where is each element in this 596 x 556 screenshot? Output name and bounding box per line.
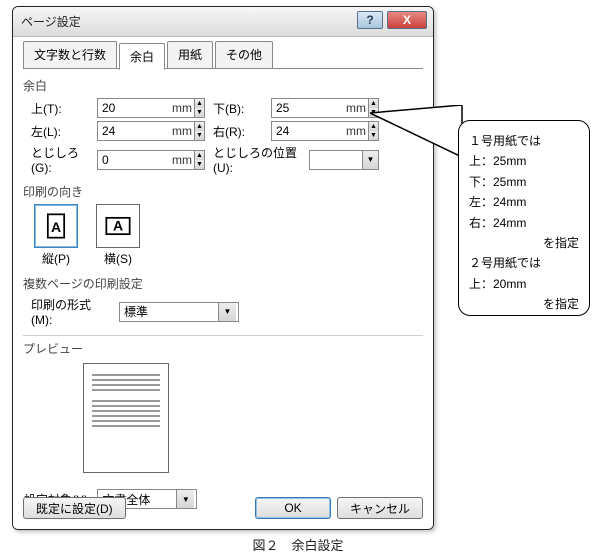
callout: １号用紙では 上：25mm 下：25mm 左：24mm 右：24mm を指定 ２… (440, 120, 590, 320)
left-spinner[interactable]: mm ▲▼ (97, 121, 205, 141)
portrait-button[interactable]: A 縦(P) (31, 204, 81, 267)
top-label: 上(T): (23, 100, 89, 117)
preview-thumbnail (83, 363, 169, 473)
format-select[interactable]: ▼ (119, 302, 239, 322)
format-input[interactable] (120, 303, 218, 321)
landscape-button[interactable]: A 横(S) (93, 204, 143, 267)
tab-paper[interactable]: 用紙 (167, 41, 213, 68)
preview-label: プレビュー (23, 340, 423, 357)
orientation-label: 印刷の向き (23, 183, 423, 200)
format-label: 印刷の形式(M): (23, 296, 111, 327)
close-button[interactable]: X (387, 11, 427, 29)
left-label: 左(L): (23, 123, 89, 140)
dropdown-icon[interactable]: ▼ (218, 303, 236, 321)
figure-caption: 図２ 余白設定 (0, 535, 596, 554)
top-input[interactable] (98, 99, 172, 117)
page-setup-dialog: ページ設定 ? X 文字数と行数 余白 用紙 その他 余白 上(T): mm ▲… (12, 6, 434, 530)
unit-mm: mm (172, 101, 194, 115)
titlebar: ページ設定 ? X (13, 7, 433, 37)
set-default-button[interactable]: 既定に設定(D) (23, 497, 126, 519)
spin-down-icon[interactable]: ▼ (195, 131, 204, 140)
spin-up-icon[interactable]: ▲ (195, 151, 204, 160)
orientation-group: 印刷の向き A 縦(P) A 横(S) (23, 183, 423, 267)
dialog-title: ページ設定 (21, 13, 81, 30)
multipage-group: 複数ページの印刷設定 印刷の形式(M): ▼ (23, 275, 423, 327)
right-input[interactable] (272, 122, 346, 140)
portrait-label: 縦(P) (42, 252, 70, 266)
bottom-label: 下(B): (213, 100, 263, 117)
right-label: 右(R): (213, 123, 263, 140)
spin-up-icon[interactable]: ▲ (195, 99, 204, 108)
spin-up-icon[interactable]: ▲ (195, 122, 204, 131)
bottom-input[interactable] (272, 99, 346, 117)
preview-group: プレビュー (23, 340, 423, 473)
tab-other[interactable]: その他 (215, 41, 273, 68)
svg-text:A: A (113, 218, 123, 234)
bottom-spinner[interactable]: mm ▲▼ (271, 98, 379, 118)
svg-text:A: A (51, 219, 61, 235)
margins-label: 余白 (23, 77, 423, 94)
tab-strip: 文字数と行数 余白 用紙 その他 (23, 41, 423, 69)
ok-button[interactable]: OK (255, 497, 331, 519)
tab-margins[interactable]: 余白 (119, 43, 165, 70)
help-button[interactable]: ? (357, 11, 383, 29)
left-input[interactable] (98, 122, 172, 140)
margins-group: 余白 上(T): mm ▲▼ 下(B): mm ▲▼ 左(L): (23, 77, 423, 175)
landscape-icon: A (96, 204, 140, 248)
callout-bubble: １号用紙では 上：25mm 下：25mm 左：24mm 右：24mm を指定 ２… (458, 120, 590, 316)
top-spinner[interactable]: mm ▲▼ (97, 98, 205, 118)
multipage-label: 複数ページの印刷設定 (23, 275, 423, 292)
cancel-button[interactable]: キャンセル (337, 497, 423, 519)
gutter-pos-label: とじしろの位置(U): (213, 144, 301, 175)
gutter-spinner[interactable]: mm ▲▼ (97, 150, 205, 170)
tab-chars-lines[interactable]: 文字数と行数 (23, 41, 117, 68)
spin-down-icon[interactable]: ▼ (195, 160, 204, 169)
callout-text: １号用紙では (469, 131, 579, 151)
portrait-icon: A (34, 204, 78, 248)
spin-down-icon[interactable]: ▼ (195, 108, 204, 117)
landscape-label: 横(S) (104, 252, 132, 266)
gutter-label: とじしろ(G): (23, 144, 89, 175)
gutter-input[interactable] (98, 151, 172, 169)
gutter-pos-select[interactable]: ▼ (309, 150, 379, 170)
right-spinner[interactable]: mm ▲▼ (271, 121, 379, 141)
